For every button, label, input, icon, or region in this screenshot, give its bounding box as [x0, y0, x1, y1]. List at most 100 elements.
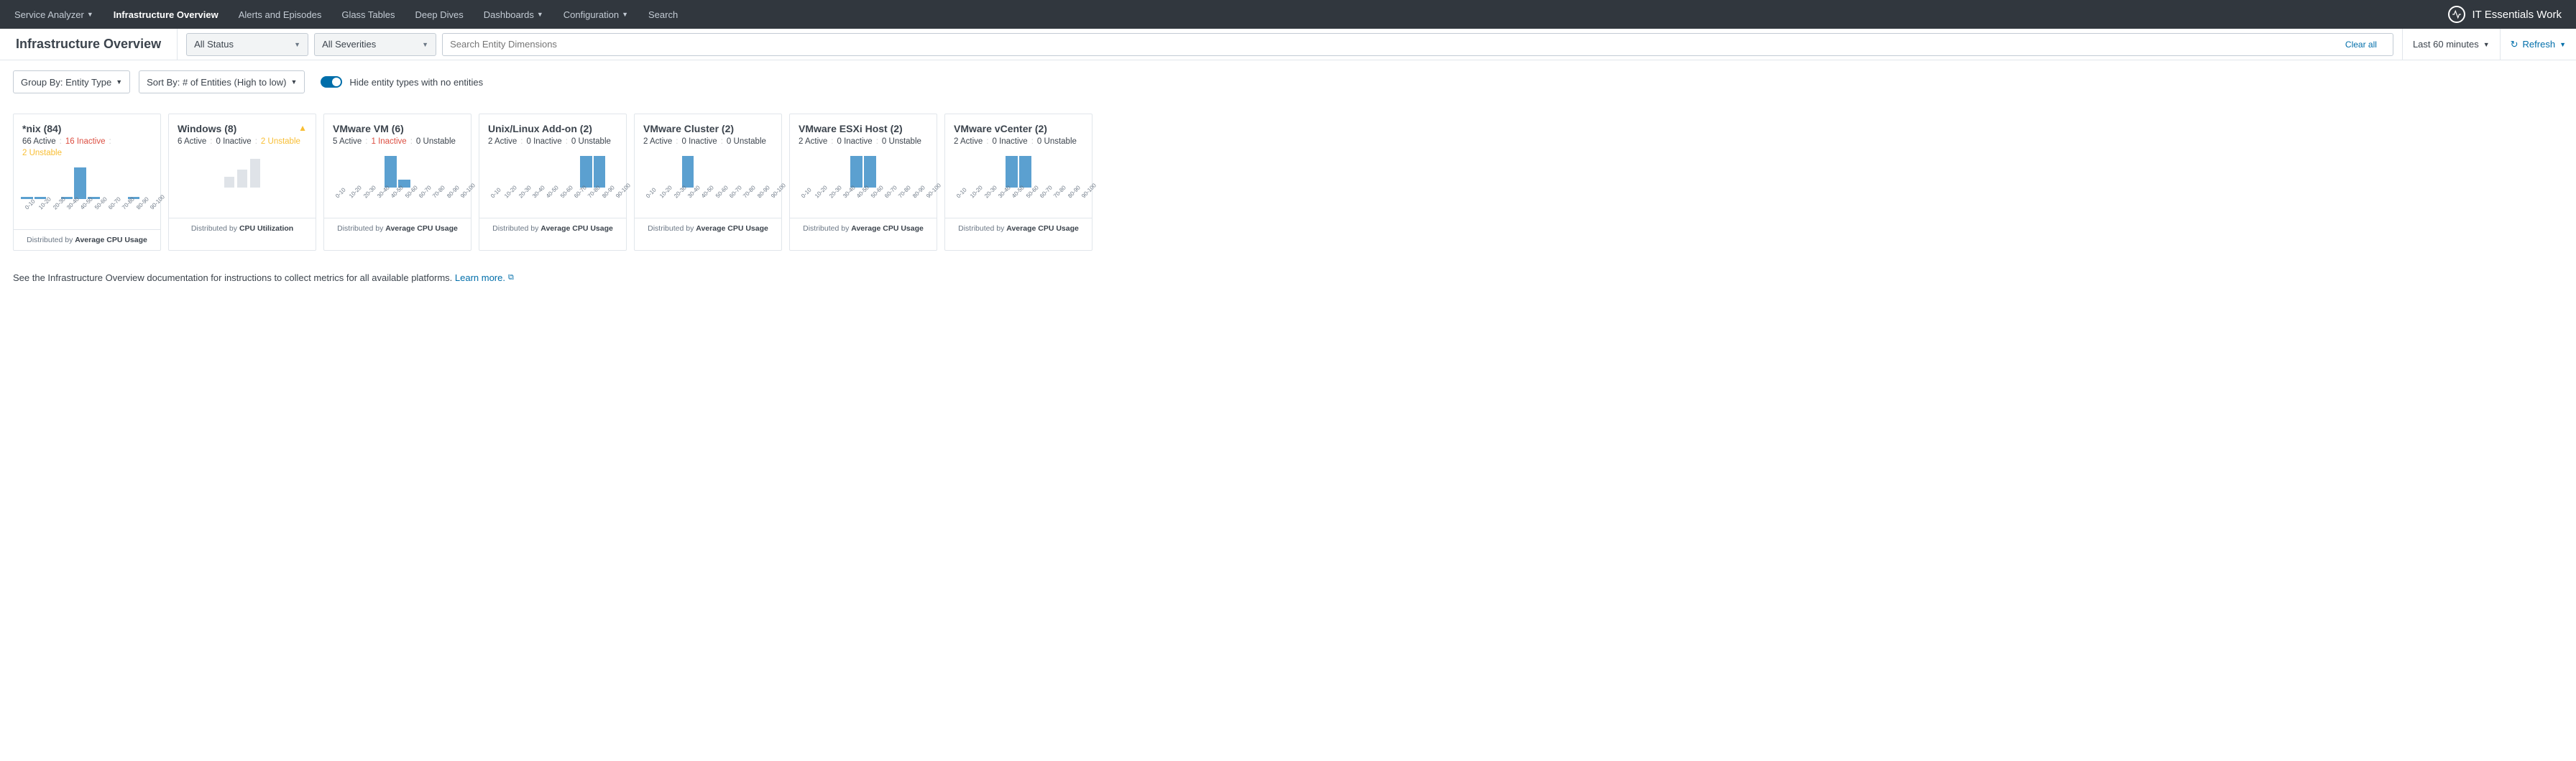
status-dropdown-label: All Status: [194, 39, 234, 50]
x-tick-label: 60-70: [1039, 188, 1050, 199]
nav-item-service-analyzer[interactable]: Service Analyzer▼: [14, 9, 93, 20]
card-title: VMware vCenter (2): [954, 123, 1047, 134]
card-footer: Distributed by Average CPU Usage: [479, 218, 626, 239]
unstable-count: 0 Unstable: [416, 137, 456, 146]
card-header: VMware VM (6): [324, 114, 471, 137]
x-tick-label: 50-60: [93, 199, 105, 211]
card-title: VMware ESXi Host (2): [799, 123, 903, 134]
x-tick-label: 40-50: [390, 188, 401, 199]
search-entity-input[interactable]: [450, 39, 2337, 50]
entity-card[interactable]: VMware Cluster (2)2 Active:0 Inactive:0 …: [634, 114, 782, 251]
nav-item-alerts-and-episodes[interactable]: Alerts and Episodes: [239, 9, 322, 20]
nav-item-glass-tables[interactable]: Glass Tables: [341, 9, 395, 20]
nav-item-deep-dives[interactable]: Deep Dives: [415, 9, 464, 20]
x-tick-label: 0-10: [489, 188, 501, 199]
entity-card[interactable]: VMware VM (6)5 Active:1 Inactive:0 Unsta…: [323, 114, 472, 251]
x-tick-label: 30-40: [531, 188, 543, 199]
caret-down-icon: ▼: [87, 11, 93, 18]
clear-all-link[interactable]: Clear all: [2337, 40, 2386, 50]
entity-card[interactable]: Unix/Linux Add-on (2)2 Active:0 Inactive…: [479, 114, 627, 251]
separator: :: [1031, 137, 1034, 146]
entity-card[interactable]: VMware vCenter (2) 2 Active:0 Inactive:0 …: [944, 114, 1092, 251]
timerange-dropdown[interactable]: Last 60 minutes ▼: [2402, 29, 2500, 60]
x-tick-label: 10-20: [814, 188, 825, 199]
card-status-line: 2 Active:0 Inactive:0 Unstable: [945, 137, 1092, 146]
x-tick-label: 20-30: [983, 188, 995, 199]
x-tick-label: 90-100: [615, 188, 626, 199]
x-tick-label: 60-70: [728, 188, 740, 199]
x-tick-label: 40-50: [700, 188, 712, 199]
chart-bar: [594, 156, 606, 188]
chart-bar: [250, 159, 260, 188]
severity-dropdown-label: All Severities: [322, 39, 376, 50]
card-title: Unix/Linux Add-on (2): [488, 123, 592, 134]
severity-dropdown[interactable]: All Severities ▼: [314, 33, 436, 56]
footnote: See the Infrastructure Overview document…: [0, 258, 2576, 298]
x-tick-label: 50-60: [404, 188, 415, 199]
x-tick-label: 0-10: [24, 199, 35, 211]
entity-card[interactable]: VMware ESXi Host (2)2 Active:0 Inactive:…: [789, 114, 937, 251]
unstable-count: 0 Unstable: [1037, 137, 1077, 146]
card-header: VMware vCenter (2): [945, 114, 1092, 137]
card-footer: Distributed by CPU Utilization: [169, 218, 316, 239]
inactive-count: 0 Inactive: [837, 137, 872, 146]
card-status-line: 6 Active:0 Inactive:2 Unstable: [169, 137, 316, 146]
x-tick-label: 0-10: [800, 188, 811, 199]
active-count: 6 Active: [178, 137, 206, 146]
hide-empty-toggle[interactable]: [321, 76, 342, 88]
inactive-count: 0 Inactive: [681, 137, 717, 146]
x-tick-label: 60-70: [418, 188, 429, 199]
x-tick-label: 80-90: [756, 188, 768, 199]
refresh-icon: ↻: [2511, 39, 2518, 50]
status-dropdown[interactable]: All Status ▼: [186, 33, 308, 56]
x-tick-label: 90-100: [149, 199, 160, 211]
chart-bars: [330, 153, 465, 188]
chart-bar: [1006, 156, 1018, 188]
x-tick-label: 60-70: [573, 188, 584, 199]
x-tick-label: 70-80: [121, 199, 132, 211]
group-by-label: Group By: Entity Type: [21, 77, 111, 88]
x-tick-label: 60-70: [107, 199, 119, 211]
x-tick-label: 50-60: [714, 188, 726, 199]
card-header: VMware Cluster (2): [635, 114, 781, 137]
inactive-count: 0 Inactive: [992, 137, 1027, 146]
entity-card[interactable]: *nix (84)66 Active:16 Inactive:2 Unstabl…: [13, 114, 161, 251]
learn-more-link[interactable]: Learn more. ⧉: [455, 272, 514, 283]
active-count: 2 Active: [488, 137, 517, 146]
inactive-count: 1 Inactive: [371, 137, 406, 146]
active-count: 2 Active: [643, 137, 672, 146]
card-header: *nix (84): [14, 114, 160, 137]
active-count: 2 Active: [799, 137, 827, 146]
chart-x-labels: 0-1010-2020-3030-4040-5050-6060-7070-808…: [485, 189, 620, 195]
x-tick-label: 10-20: [348, 188, 359, 199]
learn-more-label: Learn more.: [455, 272, 505, 283]
separator: :: [59, 137, 63, 146]
refresh-button[interactable]: ↻ Refresh ▼: [2500, 29, 2576, 60]
chart-x-labels: 0-1010-2020-3030-4040-5050-6060-7070-808…: [951, 189, 1086, 195]
chart-x-labels: 0-1010-2020-3030-4040-5050-6060-7070-808…: [330, 189, 465, 195]
distribution-chart: [169, 146, 316, 218]
inactive-count: 0 Inactive: [216, 137, 251, 146]
active-count: 5 Active: [333, 137, 362, 146]
warning-icon: ▲: [298, 123, 307, 133]
nav-item-dashboards[interactable]: Dashboards▼: [484, 9, 543, 20]
x-tick-label: 90-100: [1080, 188, 1092, 199]
x-tick-label: 80-90: [1067, 188, 1078, 199]
search-entity-input-wrapper[interactable]: Clear all: [442, 33, 2393, 56]
card-footer: Distributed by Average CPU Usage: [324, 218, 471, 239]
top-nav: Service Analyzer▼ Infrastructure Overview…: [0, 0, 2576, 29]
x-tick-label: 40-50: [855, 188, 867, 199]
nav-item-configuration[interactable]: Configuration▼: [564, 9, 628, 20]
group-by-dropdown[interactable]: Group By: Entity Type ▼: [13, 70, 130, 93]
x-tick-label: 20-30: [828, 188, 840, 199]
x-tick-label: 20-30: [362, 188, 374, 199]
x-tick-label: 10-20: [969, 188, 980, 199]
sort-by-dropdown[interactable]: Sort By: # of Entities (High to low) ▼: [139, 70, 305, 93]
card-footer: Distributed by Average CPU Usage: [945, 218, 1092, 239]
nav-item-infrastructure-overview[interactable]: Infrastructure Overview: [114, 9, 218, 20]
nav-item-search[interactable]: Search: [648, 9, 678, 20]
entity-card[interactable]: Windows (8)▲6 Active:0 Inactive:2 Unstab…: [168, 114, 316, 251]
distribution-chart: 0-1010-2020-3030-4040-5050-6060-7070-808…: [479, 146, 626, 218]
separator: :: [565, 137, 569, 146]
card-title: VMware VM (6): [333, 123, 404, 134]
